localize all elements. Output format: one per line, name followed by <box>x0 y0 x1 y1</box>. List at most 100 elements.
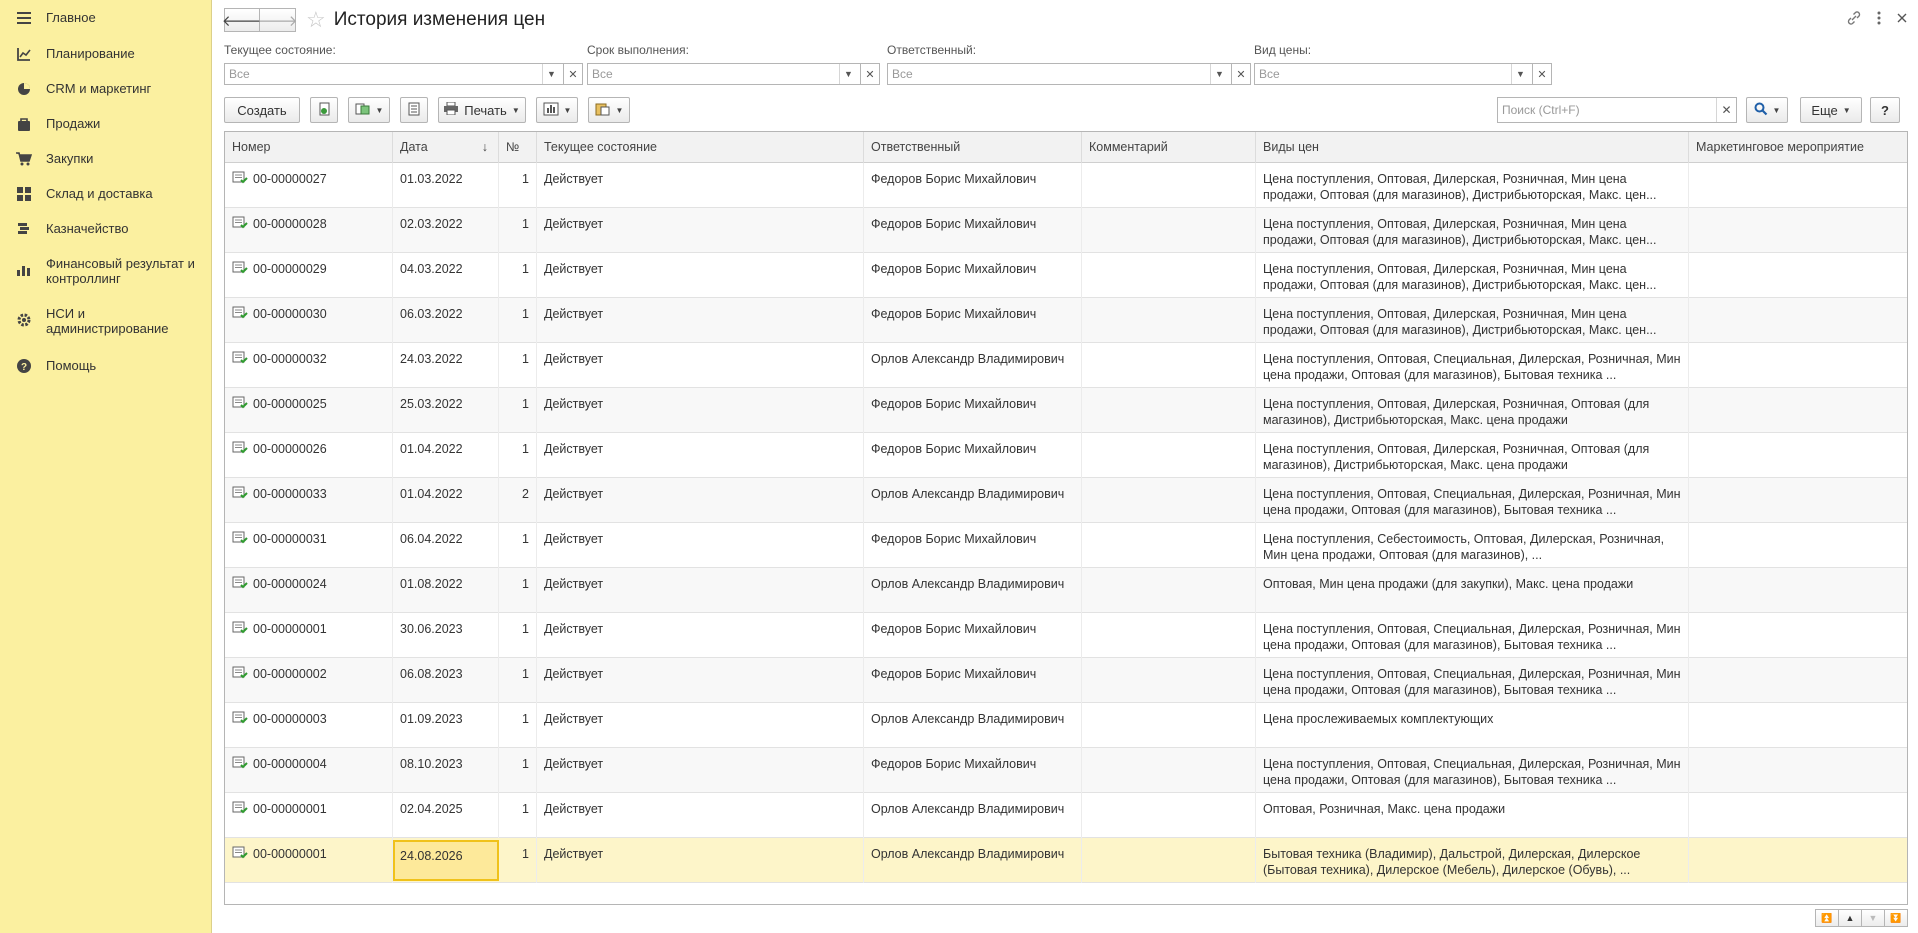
sidebar-item-purchases[interactable]: Закупки <box>0 151 103 167</box>
table-row[interactable]: 00-00000028 02.03.2022 1 Действует Федоров Б… <box>225 208 1907 253</box>
column-header-state[interactable]: Текущее состояние <box>537 132 864 163</box>
search-input[interactable]: Поиск (Ctrl+F) <box>1498 98 1716 122</box>
cell-price-types[interactable]: Цена поступления, Себестоимость, Оптовая… <box>1256 523 1689 568</box>
cell-date[interactable]: 24.03.2022 <box>393 343 499 388</box>
cell-campaign[interactable] <box>1689 298 1907 343</box>
cell-n[interactable]: 1 <box>499 793 537 838</box>
copy-doc-button[interactable] <box>310 97 338 123</box>
close-icon[interactable] <box>1896 10 1908 30</box>
table-row[interactable]: 00-00000029 04.03.2022 1 Действует Федоров Б… <box>225 253 1907 298</box>
cell-state[interactable]: Действует <box>537 163 864 208</box>
table-row[interactable]: 00-00000002 06.08.2023 1 Действует Федоров Б… <box>225 658 1907 703</box>
cell-n[interactable]: 1 <box>499 703 537 748</box>
cell-campaign[interactable] <box>1689 433 1907 478</box>
table-row[interactable]: 00-00000003 01.09.2023 1 Действует Орлов Але… <box>225 703 1907 748</box>
sidebar-item-crm[interactable]: CRM и маркетинг <box>0 81 161 97</box>
cell-price-types[interactable]: Цена поступления, Оптовая, Специальная, … <box>1256 658 1689 703</box>
cell-date[interactable]: 24.08.2026 <box>393 840 499 881</box>
filter-responsible-field[interactable]: Все ▼ ✕ <box>887 63 1251 85</box>
cell-state[interactable]: Действует <box>537 523 864 568</box>
sidebar-item-treasury[interactable]: Казначейство <box>0 221 138 237</box>
clear-icon[interactable]: ✕ <box>1532 63 1552 85</box>
cell-comment[interactable] <box>1082 298 1256 343</box>
cell-n[interactable]: 1 <box>499 433 537 478</box>
clear-icon[interactable]: ✕ <box>860 63 880 85</box>
cell-state[interactable]: Действует <box>537 703 864 748</box>
cell-comment[interactable] <box>1082 433 1256 478</box>
cell-number[interactable]: 00-00000030 <box>225 298 393 343</box>
create-button[interactable]: Создать <box>224 97 300 123</box>
filter-deadline-field[interactable]: Все ▼ ✕ <box>587 63 880 85</box>
cell-responsible[interactable]: Орлов Александр Владимирович <box>864 343 1082 388</box>
cell-responsible[interactable]: Орлов Александр Владимирович <box>864 793 1082 838</box>
back-button[interactable]: 🡐 <box>222 8 262 32</box>
cell-number[interactable]: 00-00000003 <box>225 703 393 748</box>
cell-state[interactable]: Действует <box>537 478 864 523</box>
cell-number[interactable]: 00-00000028 <box>225 208 393 253</box>
cell-campaign[interactable] <box>1689 208 1907 253</box>
cell-comment[interactable] <box>1082 253 1256 298</box>
cell-state[interactable]: Действует <box>537 838 864 883</box>
star-icon[interactable]: ☆ <box>306 9 326 31</box>
cell-date[interactable]: 30.06.2023 <box>393 613 499 658</box>
more-vertical-icon[interactable] <box>1876 10 1882 30</box>
paste-button[interactable]: ▼ <box>588 97 630 123</box>
cell-state[interactable]: Действует <box>537 433 864 478</box>
filter-state-value[interactable]: Все <box>225 64 542 84</box>
report-button[interactable]: ▼ <box>536 97 578 123</box>
cell-comment[interactable] <box>1082 343 1256 388</box>
cell-state[interactable]: Действует <box>537 568 864 613</box>
cell-n[interactable]: 1 <box>499 163 537 208</box>
cell-state[interactable]: Действует <box>537 658 864 703</box>
table-row[interactable]: 00-00000032 24.03.2022 1 Действует Орлов Але… <box>225 343 1907 388</box>
cell-state[interactable]: Действует <box>537 613 864 658</box>
cell-responsible[interactable]: Федоров Борис Михайлович <box>864 523 1082 568</box>
table-row[interactable]: 00-00000027 01.03.2022 1 Действует Федоров Б… <box>225 163 1907 208</box>
cell-responsible[interactable]: Федоров Борис Михайлович <box>864 298 1082 343</box>
cell-campaign[interactable] <box>1689 838 1907 883</box>
cell-responsible[interactable]: Федоров Борис Михайлович <box>864 388 1082 433</box>
cell-state[interactable]: Действует <box>537 253 864 298</box>
cell-responsible[interactable]: Федоров Борис Михайлович <box>864 433 1082 478</box>
chevron-down-icon[interactable]: ▼ <box>1210 64 1228 84</box>
sidebar-item-warehouse[interactable]: Склад и доставка <box>0 186 163 202</box>
cell-campaign[interactable] <box>1689 253 1907 298</box>
cell-n[interactable]: 1 <box>499 658 537 703</box>
cell-comment[interactable] <box>1082 163 1256 208</box>
clear-icon[interactable]: ✕ <box>1231 63 1251 85</box>
cell-comment[interactable] <box>1082 568 1256 613</box>
cell-price-types[interactable]: Цена поступления, Оптовая, Дилерская, Ро… <box>1256 298 1689 343</box>
cell-price-types[interactable]: Цена поступления, Оптовая, Специальная, … <box>1256 478 1689 523</box>
cell-responsible[interactable]: Орлов Александр Владимирович <box>864 703 1082 748</box>
filter-deadline-value[interactable]: Все <box>588 64 839 84</box>
filter-price-type-value[interactable]: Все <box>1255 64 1511 84</box>
cell-state[interactable]: Действует <box>537 388 864 433</box>
cell-number[interactable]: 00-00000024 <box>225 568 393 613</box>
cell-n[interactable]: 1 <box>499 838 537 883</box>
forward-button[interactable]: 🡒 <box>257 8 298 32</box>
cell-price-types[interactable]: Бытовая техника (Владимир), Дальстрой, Д… <box>1256 838 1689 883</box>
cell-comment[interactable] <box>1082 523 1256 568</box>
cell-price-types[interactable]: Цена поступления, Оптовая, Дилерская, Ро… <box>1256 253 1689 298</box>
cell-price-types[interactable]: Оптовая, Мин цена продажи (для закупки),… <box>1256 568 1689 613</box>
search-field[interactable]: Поиск (Ctrl+F) ✕ <box>1497 97 1737 123</box>
cell-comment[interactable] <box>1082 703 1256 748</box>
cell-campaign[interactable] <box>1689 793 1907 838</box>
sidebar-item-planning[interactable]: Планирование <box>0 46 145 62</box>
go-first-button[interactable]: ⏫ <box>1815 909 1839 927</box>
table-row[interactable]: 00-00000001 24.08.2026 1 Действует Орлов Але… <box>225 838 1907 883</box>
cell-number[interactable]: 00-00000027 <box>225 163 393 208</box>
sidebar-item-admin[interactable]: НСИ и администрирование <box>0 306 212 336</box>
cell-campaign[interactable] <box>1689 523 1907 568</box>
cell-n[interactable]: 1 <box>499 208 537 253</box>
cell-campaign[interactable] <box>1689 343 1907 388</box>
table-row[interactable]: 00-00000030 06.03.2022 1 Действует Федоров Б… <box>225 298 1907 343</box>
cell-responsible[interactable]: Орлов Александр Владимирович <box>864 838 1082 883</box>
help-button[interactable]: ? <box>1870 97 1900 123</box>
cell-date[interactable]: 06.04.2022 <box>393 523 499 568</box>
cell-comment[interactable] <box>1082 613 1256 658</box>
cell-n[interactable]: 1 <box>499 388 537 433</box>
sidebar-item-finance[interactable]: Финансовый результат и контроллинг <box>0 256 212 286</box>
cell-number[interactable]: 00-00000031 <box>225 523 393 568</box>
cell-number[interactable]: 00-00000032 <box>225 343 393 388</box>
